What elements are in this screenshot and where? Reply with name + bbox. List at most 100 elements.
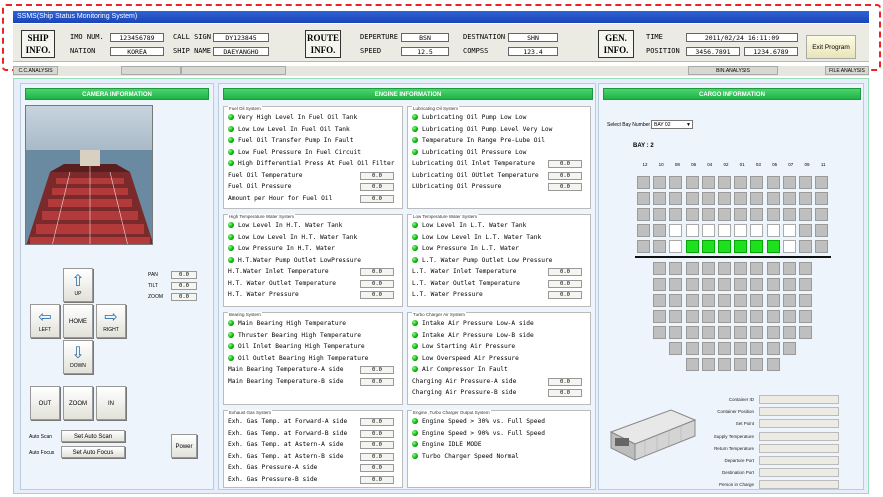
cargo-field-input[interactable] xyxy=(759,468,839,478)
zoom-button[interactable]: ZOOM xyxy=(63,386,93,420)
container-slot[interactable] xyxy=(685,224,699,237)
container-slot[interactable] xyxy=(782,278,796,291)
container-slot[interactable] xyxy=(815,192,829,205)
container-slot[interactable] xyxy=(637,208,650,221)
container-slot[interactable] xyxy=(734,326,748,339)
cargo-field-input[interactable] xyxy=(759,419,839,429)
container-slot[interactable] xyxy=(685,192,699,205)
set-auto-focus-button[interactable]: Set Auto Focus xyxy=(61,446,125,458)
container-slot[interactable] xyxy=(701,326,715,339)
container-slot[interactable] xyxy=(685,326,699,339)
container-slot[interactable] xyxy=(653,294,667,307)
exit-program-button[interactable]: Exit Program xyxy=(806,35,856,59)
container-slot[interactable] xyxy=(799,310,812,323)
container-slot[interactable] xyxy=(718,278,731,291)
container-slot[interactable] xyxy=(734,262,748,275)
container-slot[interactable] xyxy=(718,294,731,307)
container-slot[interactable] xyxy=(637,224,650,237)
container-slot[interactable] xyxy=(701,342,715,355)
container-slot[interactable] xyxy=(766,262,780,275)
container-slot[interactable] xyxy=(782,208,796,221)
pan-right-button[interactable]: ⇨ RIGHT xyxy=(96,304,126,338)
container-slot[interactable] xyxy=(766,278,780,291)
pan-down-button[interactable]: ⇩ DOWN xyxy=(63,340,93,374)
set-auto-scan-button[interactable]: Set Auto Scan xyxy=(61,430,125,442)
container-slot[interactable] xyxy=(766,326,780,339)
container-slot[interactable] xyxy=(669,310,683,323)
container-slot[interactable] xyxy=(653,192,667,205)
container-slot[interactable] xyxy=(653,262,667,275)
container-slot[interactable] xyxy=(799,192,812,205)
home-button[interactable]: HOME xyxy=(63,304,93,338)
container-slot[interactable] xyxy=(669,342,683,355)
container-slot[interactable] xyxy=(685,240,699,253)
container-slot[interactable] xyxy=(685,310,699,323)
container-slot[interactable] xyxy=(734,176,748,189)
container-slot[interactable] xyxy=(653,176,667,189)
container-slot[interactable] xyxy=(653,310,667,323)
container-slot[interactable] xyxy=(653,240,667,253)
container-slot[interactable] xyxy=(799,176,812,189)
tab-bin-analysis[interactable]: BIN.ANALYSIS xyxy=(688,66,778,75)
container-slot[interactable] xyxy=(701,358,715,371)
container-slot[interactable] xyxy=(734,278,748,291)
container-slot[interactable] xyxy=(669,326,683,339)
container-slot[interactable] xyxy=(701,278,715,291)
container-slot[interactable] xyxy=(718,176,731,189)
pan-up-button[interactable]: ⇧ UP xyxy=(63,268,93,302)
container-slot[interactable] xyxy=(685,342,699,355)
container-slot[interactable] xyxy=(701,310,715,323)
container-slot[interactable] xyxy=(718,342,731,355)
container-slot[interactable] xyxy=(750,240,764,253)
container-slot[interactable] xyxy=(799,224,812,237)
container-slot[interactable] xyxy=(799,326,812,339)
container-slot[interactable] xyxy=(750,224,764,237)
container-slot[interactable] xyxy=(799,240,812,253)
zoom-out-button[interactable]: OUT xyxy=(30,386,60,420)
container-slot[interactable] xyxy=(718,208,731,221)
container-slot[interactable] xyxy=(815,176,829,189)
cargo-field-input[interactable] xyxy=(759,431,839,441)
container-slot[interactable] xyxy=(750,342,764,355)
container-slot[interactable] xyxy=(653,224,667,237)
container-slot[interactable] xyxy=(734,310,748,323)
container-slot[interactable] xyxy=(766,342,780,355)
container-slot[interactable] xyxy=(750,208,764,221)
container-slot[interactable] xyxy=(718,192,731,205)
container-slot[interactable] xyxy=(718,262,731,275)
container-slot[interactable] xyxy=(766,240,780,253)
container-slot[interactable] xyxy=(734,208,748,221)
pan-left-button[interactable]: ⇦ LEFT xyxy=(30,304,60,338)
container-slot[interactable] xyxy=(669,294,683,307)
container-slot[interactable] xyxy=(701,192,715,205)
container-slot[interactable] xyxy=(734,294,748,307)
container-slot[interactable] xyxy=(799,262,812,275)
container-slot[interactable] xyxy=(685,294,699,307)
container-slot[interactable] xyxy=(815,240,829,253)
container-slot[interactable] xyxy=(685,278,699,291)
cargo-field-input[interactable] xyxy=(759,443,839,453)
container-slot[interactable] xyxy=(734,240,748,253)
container-slot[interactable] xyxy=(782,294,796,307)
container-slot[interactable] xyxy=(669,278,683,291)
container-slot[interactable] xyxy=(782,326,796,339)
container-slot[interactable] xyxy=(718,358,731,371)
container-slot[interactable] xyxy=(734,342,748,355)
container-slot[interactable] xyxy=(782,310,796,323)
container-slot[interactable] xyxy=(750,358,764,371)
tab-blank-1[interactable] xyxy=(121,66,181,75)
tab-cc-analysis[interactable]: C.C.ANALYSIS xyxy=(13,66,58,75)
cargo-field-input[interactable] xyxy=(759,456,839,465)
container-slot[interactable] xyxy=(782,192,796,205)
cargo-field-input[interactable] xyxy=(759,407,839,417)
container-slot[interactable] xyxy=(799,294,812,307)
container-slot[interactable] xyxy=(750,294,764,307)
container-slot[interactable] xyxy=(637,240,650,253)
container-slot[interactable] xyxy=(685,176,699,189)
container-slot[interactable] xyxy=(815,224,829,237)
tab-file-analysis[interactable]: FILE ANALYSIS xyxy=(825,66,869,75)
container-slot[interactable] xyxy=(718,224,731,237)
bay-select-dropdown[interactable]: BAY 02 ▼ xyxy=(651,120,693,129)
cargo-field-input[interactable] xyxy=(759,395,839,404)
container-slot[interactable] xyxy=(718,326,731,339)
